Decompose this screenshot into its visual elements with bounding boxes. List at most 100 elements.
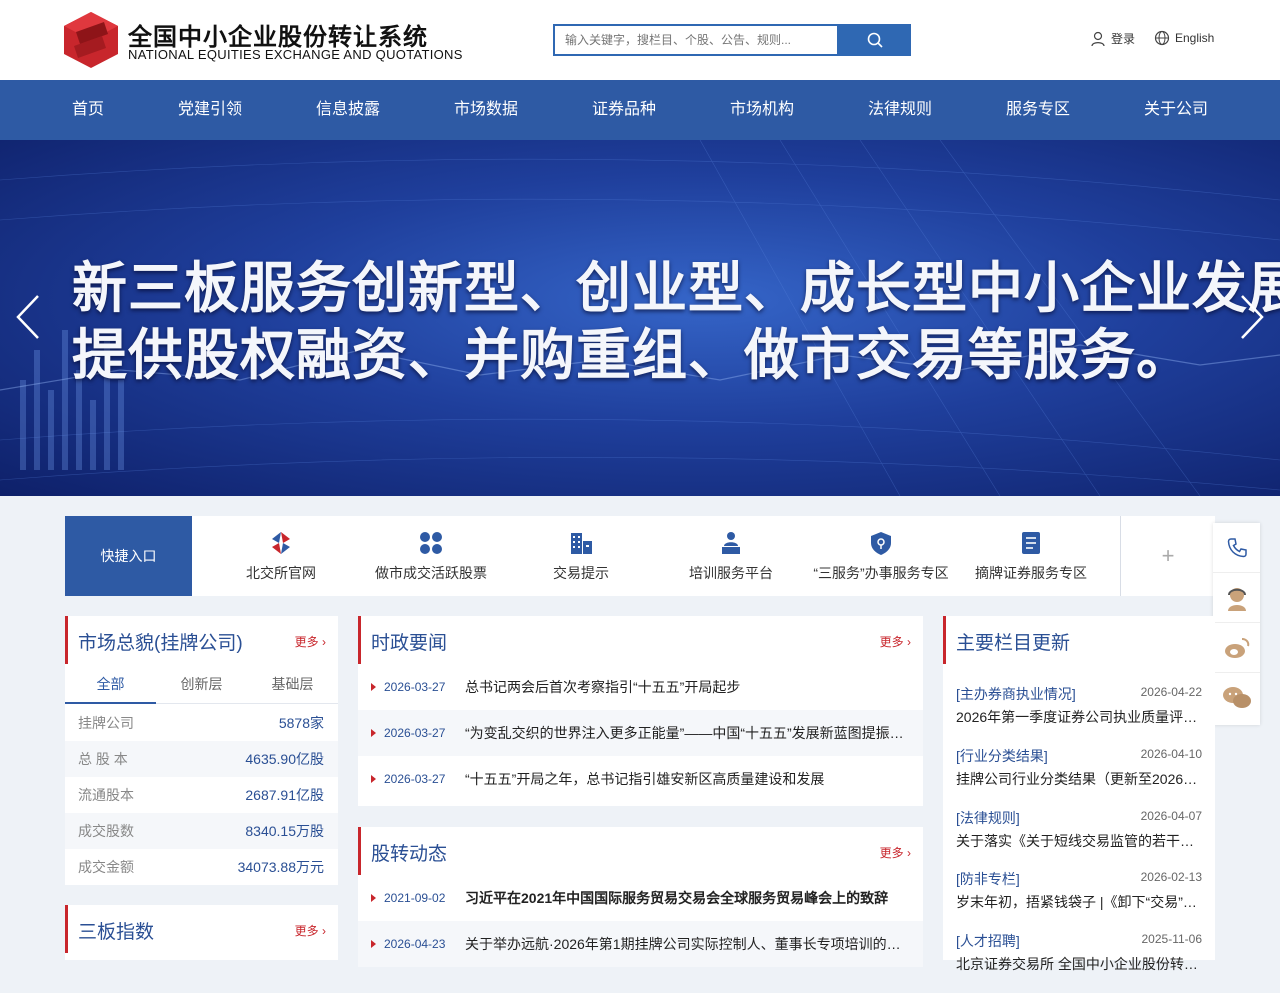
chevron-right-icon: › [907, 635, 911, 649]
update-category[interactable]: [人才招聘] [956, 931, 1020, 951]
banner-headline-line2: 提供股权融资、并购重组、做市交易等服务。 [72, 324, 1193, 386]
panel-header: 股转动态 更多 › [358, 827, 923, 875]
tab-all[interactable]: 全部 [65, 664, 156, 704]
nav-item-rules[interactable]: 法律规则 [868, 80, 932, 140]
hero-banner[interactable]: 新三板服务创新型、创业型、成长型中小企业发展， 提供股权融资、并购重组、做市交易… [0, 140, 1280, 496]
stat-value: 34073.88万元 [237, 859, 324, 875]
news-item[interactable]: 2021-09-02 习近平在2021年中国国际服务贸易交易会全球服务贸易峰会上… [358, 875, 923, 921]
news-title[interactable]: 总书记两会后首次考察指引“十五五”开局起步 [465, 664, 905, 710]
politics-news-panel: 时政要闻 更多 › 2026-03-27 总书记两会后首次考察指引“十五五”开局… [358, 616, 923, 806]
building-icon [571, 533, 592, 554]
panel-header: 时政要闻 更多 › [358, 616, 923, 664]
quick-item-trading-tips[interactable]: 交易提示 [506, 516, 656, 596]
chevron-right-icon: › [322, 924, 326, 938]
logo-title-en[interactable]: NATIONAL EQUITIES EXCHANGE AND QUOTATION… [128, 47, 463, 62]
banner-next-arrow-icon[interactable] [1236, 294, 1266, 340]
news-title[interactable]: 关于举办远航·2026年第1期挂牌公司实际控制人、董事长专项培训的通知 [465, 921, 905, 967]
login-link[interactable]: 登录 [1090, 30, 1135, 47]
news-title[interactable]: 习近平在2021年中国国际服务贸易交易会全球服务贸易峰会上的致辞 [465, 875, 905, 921]
update-title[interactable]: 挂牌公司行业分类结果（更新至2026年3月） [956, 769, 1202, 789]
quick-item-training[interactable]: 培训服务平台 [656, 516, 806, 596]
nav-item-disclosure[interactable]: 信息披露 [316, 80, 380, 140]
neeq-dynamics-title: 股转动态 [371, 844, 448, 865]
neeq-logo-icon[interactable] [64, 12, 118, 68]
banner-prev-arrow-icon[interactable] [14, 294, 44, 340]
nav-item-securities[interactable]: 证券品种 [592, 80, 656, 140]
search-input[interactable] [555, 26, 837, 54]
quick-entry-more-button[interactable]: + [1120, 516, 1215, 596]
bse-logo-icon [272, 532, 290, 554]
shield-icon [871, 532, 891, 555]
news-title[interactable]: “十五五”开局之年，总书记指引雄安新区高质量建设和发展 [465, 756, 905, 802]
update-date: 2026-04-10 [1140, 747, 1202, 761]
update-category[interactable]: [行业分类结果] [956, 746, 1048, 766]
nav-item-party[interactable]: 党建引领 [178, 80, 242, 140]
stat-label: 成交股数 [78, 823, 134, 839]
update-item[interactable]: [行业分类结果] 2026-04-10 挂牌公司行业分类结果（更新至2026年3… [943, 746, 1215, 808]
nav-item-services[interactable]: 服务专区 [1006, 80, 1070, 140]
quick-item-delisted[interactable]: 摘牌证券服务专区 [956, 516, 1106, 596]
update-category[interactable]: [防非专栏] [956, 869, 1020, 889]
update-category[interactable]: [主办券商执业情况] [956, 684, 1076, 704]
stat-row: 流通股本 2687.91亿股 [65, 777, 338, 813]
update-title[interactable]: 2026年第一季度证券公司执业质量评价结果 [956, 707, 1202, 727]
tab-basic[interactable]: 基础层 [247, 664, 338, 704]
side-weibo-button[interactable] [1213, 623, 1260, 673]
sanban-index-more-link[interactable]: 更多 › [295, 922, 326, 939]
update-title[interactable]: 关于落实《关于短线交易监管的若干规定》的通知 [956, 831, 1202, 851]
news-item[interactable]: 2026-03-27 “为变乱交织的世界注入更多正能量”——中国“十五五”发展新… [358, 710, 923, 756]
stat-row: 成交金额 34073.88万元 [65, 849, 338, 885]
quick-item-market-making[interactable]: 做市成交活跃股票 [356, 516, 506, 596]
update-title[interactable]: 北京证券交易所 全国中小企业股份转让系统招聘公告 [956, 954, 1202, 974]
search-button[interactable] [838, 24, 911, 56]
bullet-icon [371, 894, 376, 902]
news-item[interactable]: 2026-03-27 “十五五”开局之年，总书记指引雄安新区高质量建设和发展 [358, 756, 923, 802]
side-customer-service-button[interactable] [1213, 573, 1260, 623]
language-switch[interactable]: English [1154, 30, 1214, 46]
more-label: 更多 [294, 924, 319, 938]
quick-item-three-services[interactable]: “三服务”办事服务专区 [806, 516, 956, 596]
update-item[interactable]: [防非专栏] 2026-02-13 岁末年初，捂紧钱袋子 |《卸下“交易”面具》 [943, 869, 1215, 931]
quick-item-label: 北交所官网 [246, 565, 316, 581]
news-title[interactable]: “为变乱交织的世界注入更多正能量”——中国“十五五”发展新蓝图提振国际信心 [465, 710, 905, 756]
weibo-icon [1224, 637, 1249, 658]
news-item[interactable]: 2026-03-27 总书记两会后首次考察指引“十五五”开局起步 [358, 664, 923, 710]
chevron-right-icon: › [322, 635, 326, 649]
more-label: 更多 [879, 635, 904, 649]
side-phone-button[interactable] [1213, 523, 1260, 573]
update-title[interactable]: 岁末年初，捂紧钱袋子 |《卸下“交易”面具》 [956, 892, 1202, 912]
nav-item-market-data[interactable]: 市场数据 [454, 80, 518, 140]
panel-header: 市场总貌(挂牌公司) 更多 › [65, 616, 338, 664]
update-item[interactable]: [人才招聘] 2025-11-06 北京证券交易所 全国中小企业股份转让系统招聘… [943, 931, 1215, 993]
search-box [553, 24, 839, 56]
chevron-right-icon: › [907, 846, 911, 860]
news-date: 2026-03-27 [384, 772, 446, 786]
stat-label: 总 股 本 [78, 751, 128, 767]
market-overview-title: 市场总貌(挂牌公司) [78, 633, 243, 654]
user-icon [1091, 31, 1105, 46]
panel-header: 主要栏目更新 [943, 616, 1215, 664]
update-category[interactable]: [法律规则] [956, 808, 1020, 828]
market-overview-more-link[interactable]: 更多 › [295, 633, 326, 650]
tab-innovation[interactable]: 创新层 [156, 664, 247, 704]
nav-item-about[interactable]: 关于公司 [1144, 80, 1208, 140]
side-wechat-button[interactable] [1213, 673, 1260, 723]
main-updates-title: 主要栏目更新 [956, 633, 1071, 654]
quick-item-bse[interactable]: 北交所官网 [206, 516, 356, 596]
sanban-index-panel: 三板指数 更多 › [65, 905, 338, 960]
update-item[interactable]: [法律规则] 2026-04-07 关于落实《关于短线交易监管的若干规定》的通知 [943, 808, 1215, 870]
nav-item-institutions[interactable]: 市场机构 [730, 80, 794, 140]
more-label: 更多 [294, 635, 319, 649]
update-item[interactable]: [主办券商执业情况] 2026-04-22 2026年第一季度证券公司执业质量评… [943, 684, 1215, 746]
politics-news-more-link[interactable]: 更多 › [880, 633, 911, 650]
nav-item-home[interactable]: 首页 [72, 80, 104, 140]
neeq-dynamics-more-link[interactable]: 更多 › [880, 844, 911, 861]
quick-item-label: 摘牌证券服务专区 [975, 565, 1087, 581]
bullet-icon [371, 775, 376, 783]
lecture-icon [722, 532, 740, 554]
update-date: 2026-04-22 [1140, 685, 1202, 699]
news-item[interactable]: 2026-04-23 关于举办远航·2026年第1期挂牌公司实际控制人、董事长专… [358, 921, 923, 967]
update-date: 2026-04-07 [1140, 809, 1202, 823]
stat-row: 成交股数 8340.15万股 [65, 813, 338, 849]
politics-news-title: 时政要闻 [371, 633, 448, 654]
